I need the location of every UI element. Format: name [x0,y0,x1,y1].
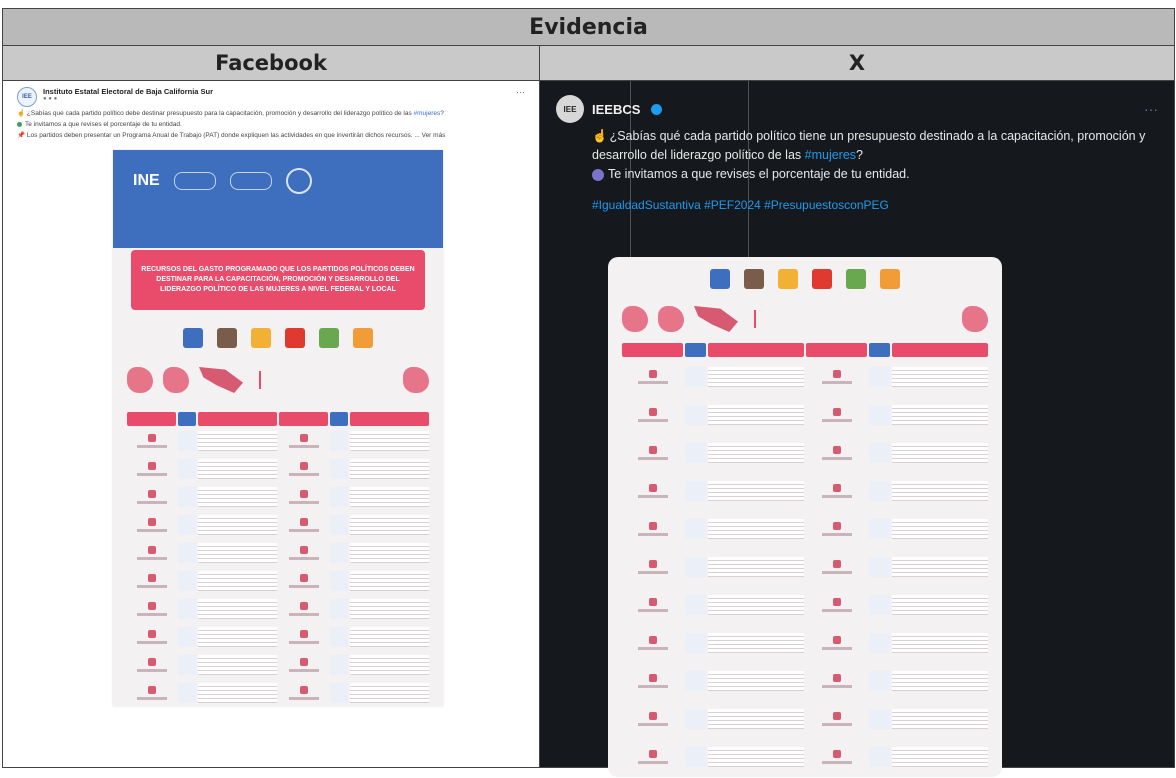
facebook-evidence-cell: IEE Instituto Estatal Electoral de Baja … [2,80,540,768]
x-evidence-cell: IEE IEEBCS ··· ☝ ¿Sabías qué cada partido… [538,80,1176,777]
table-title: Evidencia [1,8,1176,46]
x-infographic-image[interactable] [608,257,1002,777]
x-text-1: ¿Sabías qué cada partido político tiene … [592,129,1146,162]
mexico-map-icon [694,306,738,332]
more-options-icon[interactable]: ··· [516,87,525,97]
x-post: IEE IEEBCS ··· ☝ ¿Sabías qué cada partido… [540,81,1174,212]
table-row [127,540,429,566]
table-row [127,680,429,706]
party-logo [744,269,764,289]
x-account-name[interactable]: IEEBCS [592,102,640,117]
infographic-map-row [127,362,429,398]
verified-badge-icon [651,103,663,115]
party-logo [778,269,798,289]
table-row [127,456,429,482]
x-avatar[interactable]: IEE [556,95,584,123]
party-logos [608,269,1002,289]
facebook-text-3[interactable]: Los partidos deben presentar un Programa… [27,132,446,139]
facebook-infographic-image[interactable]: INE RECURSOS DEL GASTO PROGRAMADO QUE LO… [113,150,443,706]
infographic-header: INE [113,150,443,248]
mexico-map-icon [199,367,243,393]
facebook-post: IEE Instituto Estatal Electoral de Baja … [3,81,539,706]
facebook-post-line-2: Te invitamos a que revises el porcentaje… [17,121,525,129]
party-logo [217,328,237,348]
party-logo [846,269,866,289]
infographic-caption [259,371,393,389]
party-logo [880,269,900,289]
evidence-table: Evidencia Facebook X IEE Instituto Estat… [1,8,1176,777]
party-logos [113,328,443,348]
facebook-text-2: Te invitamos a que revises el porcentaje… [25,121,182,128]
illustration-icon [962,306,988,332]
hashtag-link[interactable]: #mujeres [414,110,441,117]
table-row [622,397,988,433]
infographic-table [127,412,429,706]
party-logo [353,328,373,348]
facebook-account-name[interactable]: Instituto Estatal Electoral de Baja Cali… [43,87,213,96]
table-row [622,359,988,395]
table-row [622,511,988,547]
purple-circle-icon [592,168,604,181]
table-row [127,624,429,650]
facebook-post-header: IEE Instituto Estatal Electoral de Baja … [17,87,525,107]
circle-logo [285,168,312,194]
party-logo [319,328,339,348]
table-row [622,587,988,623]
pointing-hand-icon: ☝ [17,110,26,117]
table-row [622,473,988,509]
x-text-2: Te invitamos a que revises el porcentaje… [608,167,910,181]
table-row [127,652,429,678]
x-post-text: ☝ ¿Sabías qué cada partido político tiene… [592,127,1158,184]
table-row [622,625,988,661]
table-row [622,701,988,737]
facebook-avatar[interactable]: IEE [17,87,37,107]
party-logo [285,328,305,348]
ine-logo: INE [133,172,160,189]
infographic-table-header [622,343,988,357]
table-row [127,512,429,538]
partner-logo [173,172,216,190]
facebook-post-line-3: 📌 Los partidos deben presentar un Progra… [17,132,525,140]
table-row [127,596,429,622]
table-row [127,568,429,594]
green-circle-icon [17,121,22,127]
facebook-post-meta: ● ● ● [43,96,213,102]
facebook-text-1-end: ? [440,110,444,117]
party-logo [812,269,832,289]
table-row [622,549,988,585]
column-header-facebook: Facebook [2,45,540,81]
illustration-icon [127,367,153,393]
illustration-icon [622,306,648,332]
infographic-table-header [127,412,429,426]
infographic-table [622,343,988,775]
party-logo [251,328,271,348]
x-post-header: IEE IEEBCS ··· [556,95,1158,123]
facebook-text-1: ¿Sabías que cada partido político debe d… [26,110,414,117]
evidence-sheet: Evidencia Facebook X IEE Instituto Estat… [0,0,1176,778]
more-options-icon[interactable]: ··· [1144,101,1158,117]
x-text-1-end: ? [856,148,863,162]
illustration-icon [658,306,684,332]
facebook-post-line-1: ☝ ¿Sabías que cada partido político debe… [17,110,525,118]
pointing-hand-icon: ☝ [592,129,608,143]
column-header-x: X [538,45,1176,81]
hashtag-link[interactable]: #mujeres [805,148,856,162]
illustration-icon [403,367,429,393]
table-row [127,484,429,510]
illustration-icon [163,367,189,393]
infographic-caption [754,310,952,328]
globe-icon: ● ● ● [43,96,58,102]
table-row [622,739,988,775]
table-row [622,435,988,471]
party-logo [710,269,730,289]
pin-icon: 📌 [17,132,26,139]
infographic-map-row [622,301,988,337]
infographic-banner: RECURSOS DEL GASTO PROGRAMADO QUE LOS PA… [131,250,425,310]
vota-logo [229,172,272,190]
table-row [127,428,429,454]
table-row [622,663,988,699]
x-hashtags[interactable]: #IgualdadSustantiva #PEF2024 #Presupuest… [592,198,1158,212]
party-logo [183,328,203,348]
